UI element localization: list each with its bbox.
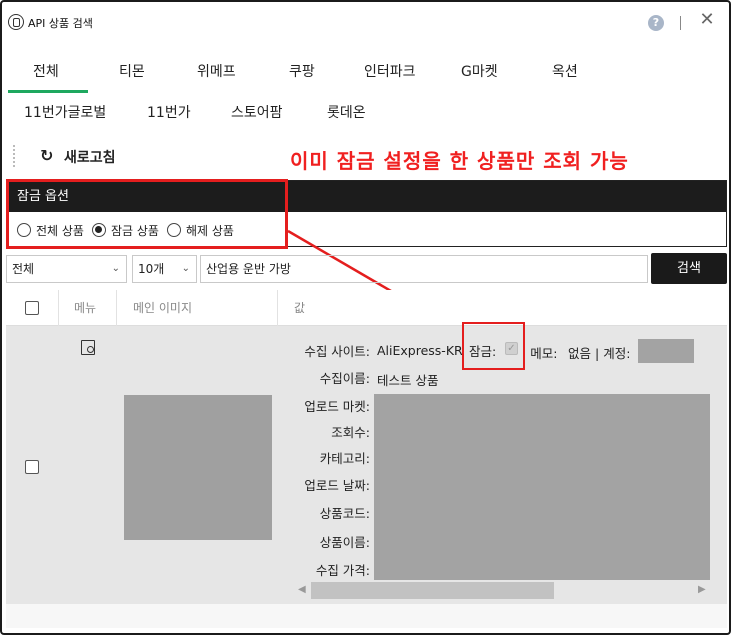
highlight-box-lock-field [462, 322, 525, 370]
value-source-site: AliExpress-KR [377, 343, 463, 358]
label-product-name: 상품이름: [319, 535, 370, 550]
row-checkbox[interactable] [25, 460, 39, 474]
label-product-code: 상품코드: [319, 506, 370, 521]
label-upload-date: 업로드 날짜: [304, 478, 370, 493]
chevron-down-icon: ⌄ [111, 263, 120, 274]
scrollbar-thumb[interactable] [311, 582, 554, 599]
filter-select-value: 전체 [12, 262, 35, 276]
redacted-values-block [374, 394, 710, 580]
header-value: 값 [294, 301, 306, 315]
column-divider [277, 290, 278, 326]
label-collect-price: 수집 가격: [315, 563, 370, 578]
column-divider [116, 290, 117, 326]
label-source-site: 수집 사이트: [304, 344, 370, 359]
select-all-checkbox[interactable] [25, 301, 39, 315]
count-select-value: 10개 [138, 262, 165, 276]
footer-strip [6, 604, 727, 628]
scroll-left-icon[interactable]: ◀ [298, 584, 306, 595]
filter-select[interactable]: 전체 ⌄ [6, 255, 127, 283]
label-memo: | 메모: [522, 346, 558, 361]
table-header: 메뉴 메인 이미지 값 [6, 290, 727, 326]
search-input[interactable]: 산업용 운반 가방 [200, 255, 648, 283]
scroll-right-icon[interactable]: ▶ [698, 584, 706, 595]
account-value-redacted [638, 339, 694, 363]
chevron-down-icon: ⌄ [181, 263, 190, 274]
search-button[interactable]: 검색 [651, 253, 727, 284]
value-memo: 없음 | 계정: [568, 346, 631, 361]
label-category: 카테고리: [319, 451, 370, 466]
column-divider [58, 290, 59, 326]
count-select[interactable]: 10개 ⌄ [132, 255, 197, 283]
value-collect-name: 테스트 상품 [377, 373, 439, 388]
label-collect-name: 수집이름: [319, 371, 370, 386]
header-main-image: 메인 이미지 [133, 301, 193, 315]
preview-search-icon[interactable] [81, 340, 95, 355]
label-views: 조회수: [331, 425, 370, 440]
label-upload-market: 업로드 마켓: [304, 399, 370, 414]
header-menu: 메뉴 [74, 301, 97, 315]
